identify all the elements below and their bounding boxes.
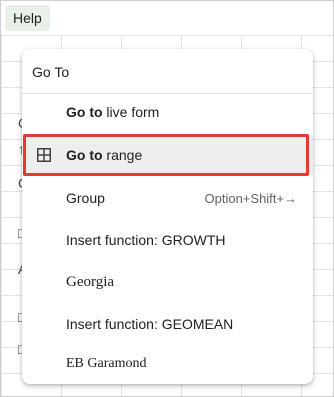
menu-item-go-to-live-form[interactable]: Go to live form (22, 92, 313, 132)
item-label: EB Garamond (66, 356, 147, 371)
menu-item-font-eb-garamond[interactable]: EB Garamond (22, 344, 313, 384)
menu-item-font-georgia[interactable]: Georgia (22, 262, 313, 302)
item-label: Insert function: GEOMEAN (66, 316, 234, 332)
shortcut-label: Option+Shift+→ (204, 190, 298, 206)
item-label: Georgia (66, 273, 115, 290)
match-text: Go to (66, 104, 103, 120)
menu-item-group[interactable]: Group Option+Shift+→ (22, 178, 313, 218)
search-menus-dropdown: Go to live form Go to range Group Option… (22, 49, 313, 384)
menu-item-insert-growth[interactable]: Insert function: GROWTH (22, 220, 313, 260)
search-menus-input[interactable] (30, 57, 305, 87)
help-menu[interactable]: Help (5, 5, 50, 31)
item-label: live form (102, 104, 160, 120)
highlight-annotation-box (23, 134, 309, 176)
item-label: Group (66, 190, 105, 206)
menu-bar: Help (1, 1, 333, 35)
menu-item-insert-geomean[interactable]: Insert function: GEOMEAN (22, 304, 313, 344)
item-label: Insert function: GROWTH (66, 232, 226, 248)
